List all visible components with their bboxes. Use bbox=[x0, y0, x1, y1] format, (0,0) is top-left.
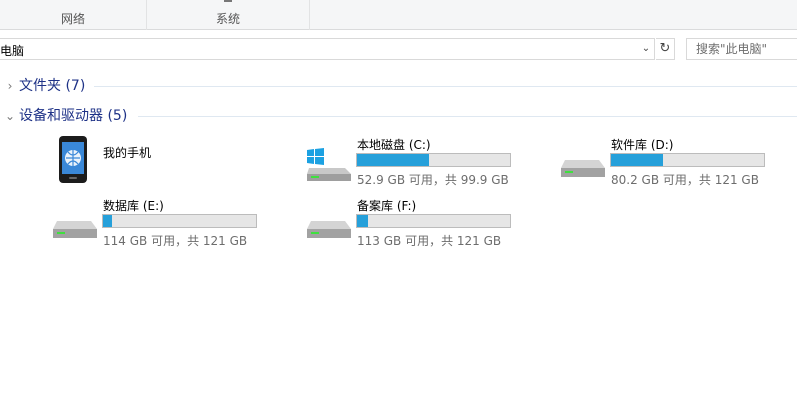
address-path[interactable]: 电脑 bbox=[0, 42, 24, 59]
hard-drive-icon bbox=[561, 160, 605, 177]
drive-item-d[interactable]: 软件库 (D:) 80.2 GB 可用，共 121 GB bbox=[559, 134, 779, 190]
drive-name: 软件库 (D:) bbox=[611, 138, 674, 152]
refresh-icon[interactable]: ↻ bbox=[656, 38, 675, 60]
drive-usage-bar bbox=[610, 153, 765, 167]
group-divider bbox=[138, 116, 797, 117]
ribbon-button-fragment[interactable] bbox=[224, 0, 232, 2]
chevron-down-icon[interactable]: ⌄ bbox=[4, 108, 16, 124]
ribbon-group-network[interactable]: 网络 bbox=[0, 0, 147, 30]
drive-name: 备案库 (F:) bbox=[357, 199, 417, 213]
drive-usage-bar bbox=[356, 153, 511, 167]
group-title-devices: 设备和驱动器 (5) bbox=[19, 108, 128, 124]
drive-usage-bar bbox=[102, 214, 257, 228]
drive-capacity: 52.9 GB 可用，共 99.9 GB bbox=[357, 173, 509, 187]
drive-item-e[interactable]: 数据库 (E:) 114 GB 可用，共 121 GB bbox=[51, 195, 271, 251]
group-header-folders[interactable]: › 文件夹 (7) bbox=[0, 76, 797, 98]
device-item-phone[interactable]: 我的手机 bbox=[55, 134, 255, 190]
ribbon: 网络 系统 bbox=[0, 0, 797, 30]
drive-usage-bar bbox=[356, 214, 511, 228]
search-input[interactable] bbox=[687, 39, 797, 59]
ribbon-group-system[interactable]: 系统 bbox=[147, 0, 310, 30]
drive-capacity: 113 GB 可用，共 121 GB bbox=[357, 234, 502, 248]
drive-name: 本地磁盘 (C:) bbox=[357, 138, 431, 152]
hard-drive-icon bbox=[307, 221, 351, 238]
address-bar[interactable]: 电脑 ⌄ bbox=[0, 38, 655, 60]
drive-usage-fill bbox=[357, 215, 368, 227]
ribbon-group-label: 网络 bbox=[60, 12, 85, 26]
device-name: 我的手机 bbox=[103, 146, 152, 160]
search-box[interactable] bbox=[686, 38, 797, 60]
drive-name: 数据库 (E:) bbox=[103, 199, 164, 213]
hard-drive-icon bbox=[53, 221, 97, 238]
drive-capacity: 114 GB 可用，共 121 GB bbox=[103, 234, 248, 248]
drive-usage-fill bbox=[103, 215, 112, 227]
drive-item-f[interactable]: 备案库 (F:) 113 GB 可用，共 121 GB bbox=[305, 195, 525, 251]
phone-icon bbox=[59, 136, 87, 183]
drive-usage-fill bbox=[611, 154, 663, 166]
drive-item-c[interactable]: 本地磁盘 (C:) 52.9 GB 可用，共 99.9 GB bbox=[305, 134, 525, 190]
chevron-down-icon[interactable]: ⌄ bbox=[638, 39, 654, 59]
group-divider bbox=[94, 86, 797, 87]
chevron-right-icon[interactable]: › bbox=[4, 78, 16, 94]
ribbon-group-label: 系统 bbox=[215, 12, 240, 26]
drive-usage-fill bbox=[357, 154, 429, 166]
windows-drive-icon bbox=[307, 148, 351, 181]
drive-capacity: 80.2 GB 可用，共 121 GB bbox=[611, 173, 759, 187]
group-title-folders: 文件夹 (7) bbox=[19, 78, 86, 94]
group-header-devices[interactable]: ⌄ 设备和驱动器 (5) bbox=[0, 106, 797, 128]
